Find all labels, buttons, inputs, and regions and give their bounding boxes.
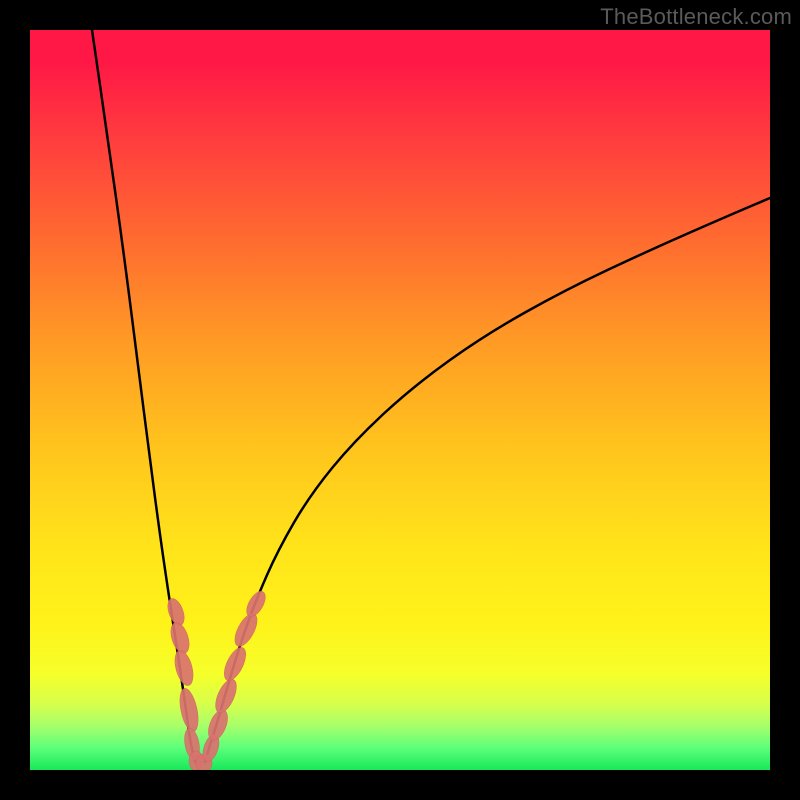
chart-frame: TheBottleneck.com: [0, 0, 800, 800]
data-marker: [243, 588, 269, 619]
curve-right-branch: [205, 198, 770, 762]
data-marker: [211, 676, 240, 715]
plot-area: [30, 30, 770, 770]
data-marker: [177, 687, 202, 733]
data-marker: [220, 644, 250, 683]
data-marker: [230, 610, 261, 649]
data-marker: [172, 649, 197, 688]
attribution-text: TheBottleneck.com: [600, 4, 792, 30]
bottleneck-curve: [30, 30, 770, 770]
